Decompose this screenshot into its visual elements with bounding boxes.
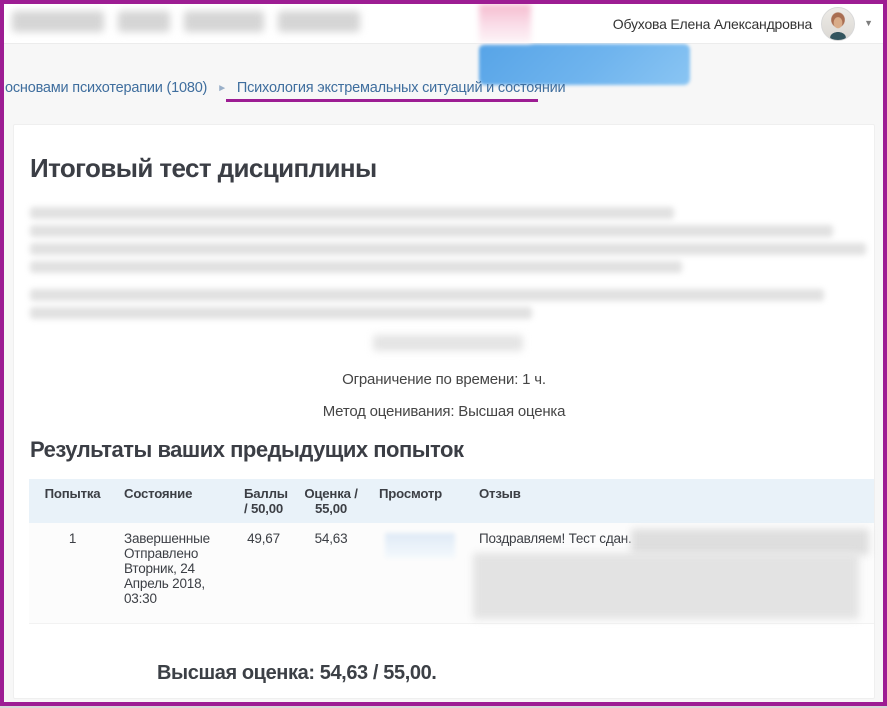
breadcrumb-current-link[interactable]: Психология экстремальных ситуаций и сост… xyxy=(237,80,566,96)
redacted-feedback-line xyxy=(631,529,869,555)
table-header-row: Попытка Состояние Баллы / 50,00 Оценка /… xyxy=(29,479,874,523)
redacted-pink-block xyxy=(479,4,531,43)
quiz-page: Обухова Елена Александровна ▼ основами п… xyxy=(0,0,887,706)
col-header-feedback: Отзыв xyxy=(471,479,874,523)
top-bar: Обухова Елена Александровна ▼ xyxy=(4,4,883,43)
cell-attempt-state: Завершенные Отправлено Вторник, 24 Апрел… xyxy=(116,523,236,624)
redacted-feedback-block xyxy=(473,553,859,619)
breadcrumb: основами психотерапии (1080) ► Психологи… xyxy=(5,77,566,99)
col-header-attempt: Попытка xyxy=(29,479,116,523)
redacted-description xyxy=(30,207,866,351)
grading-method-text: Метод оценивания: Высшая оценка xyxy=(322,403,566,420)
main-card: Итоговый тест дисциплины Ограничение по … xyxy=(13,124,875,699)
redacted-center-blob xyxy=(373,335,523,351)
col-header-grade: Оценка / 55,00 xyxy=(291,479,371,523)
col-header-state: Состояние xyxy=(116,479,236,523)
breadcrumb-separator-icon: ► xyxy=(217,82,227,94)
feedback-text: Поздравляем! Тест сдан. xyxy=(479,531,632,546)
review-link-redacted[interactable] xyxy=(385,533,455,558)
breadcrumb-course-link[interactable]: основами психотерапии (1080) xyxy=(5,80,207,96)
attempts-table: Попытка Состояние Баллы / 50,00 Оценка /… xyxy=(29,479,874,624)
cell-marks: 49,67 xyxy=(236,523,291,624)
final-grade-text: Высшая оценка: 54,63 / 55,00. xyxy=(157,662,437,684)
col-header-marks: Баллы / 50,00 xyxy=(236,479,291,523)
caret-down-icon: ▼ xyxy=(864,18,873,28)
user-name: Обухова Елена Александровна xyxy=(612,15,813,32)
cell-grade: 54,63 xyxy=(291,523,371,624)
user-menu[interactable]: Обухова Елена Александровна ▼ xyxy=(613,4,873,43)
redacted-site-title xyxy=(12,11,360,32)
cell-review xyxy=(371,523,471,624)
table-row: 1 Завершенные Отправлено Вторник, 24 Апр… xyxy=(29,523,874,624)
page-body: основами психотерапии (1080) ► Психологи… xyxy=(4,43,883,702)
page-title: Итоговый тест дисциплины xyxy=(30,153,377,183)
cell-feedback: Поздравляем! Тест сдан. xyxy=(471,523,874,624)
time-limit-text: Ограничение по времени: 1 ч. xyxy=(342,371,546,388)
results-heading: Результаты ваших предыдущих попыток xyxy=(30,437,464,462)
col-header-review: Просмотр xyxy=(371,479,471,523)
breadcrumb-annotation-underline xyxy=(226,99,538,102)
cell-attempt-number: 1 xyxy=(29,523,116,624)
user-avatar xyxy=(821,6,856,41)
